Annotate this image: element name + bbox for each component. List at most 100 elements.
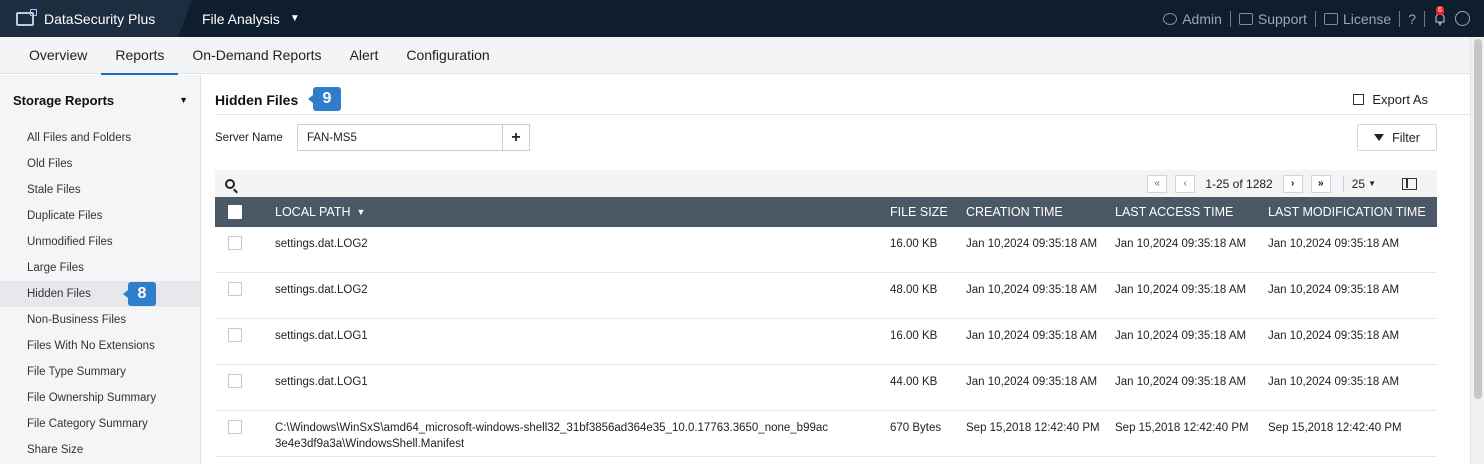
cell-last-access-time: Jan 10,2024 09:35:18 AM (1115, 284, 1247, 296)
report-table: LOCAL PATH ▼ FILE SIZE CREATION TIME LAS… (215, 197, 1437, 457)
divider (1399, 10, 1401, 27)
server-name-input[interactable] (297, 124, 503, 151)
first-page-button[interactable]: « (1147, 174, 1168, 193)
support-link[interactable]: Support (1238, 11, 1307, 27)
sidebar-item-non-business-files[interactable]: Non-Business Files (0, 307, 200, 333)
sidebar: Storage Reports ▼ All Files and Folders … (0, 75, 201, 464)
sidebar-item-all-files-and-folders[interactable]: All Files and Folders (0, 125, 200, 151)
sidebar-item-share-size[interactable]: Share Size (0, 437, 200, 463)
chevron-right-icon: › (1291, 178, 1295, 189)
top-bar: DataSecurity Plus File Analysis ▼ Admin … (0, 0, 1484, 37)
user-profile-icon[interactable] (1455, 11, 1470, 26)
sidebar-item-files-with-no-extensions[interactable]: Files With No Extensions (0, 333, 200, 359)
tab-on-demand-reports[interactable]: On-Demand Reports (178, 37, 335, 74)
cell-creation-time: Sep 15,2018 12:42:40 PM (966, 422, 1100, 434)
sidebar-item-hidden-files[interactable]: Hidden Files 8 (0, 281, 200, 307)
product-logo-icon (16, 8, 37, 26)
module-switcher[interactable]: File Analysis ▼ (202, 11, 300, 27)
cell-last-access-time: Jan 10,2024 09:35:18 AM (1115, 330, 1247, 342)
server-name-label: Server Name (215, 132, 283, 144)
pagination: « ‹ 1-25 of 1282 › » 25 ▼ (1143, 174, 1417, 193)
report-panel: Hidden Files 9 Export As Server Name + F… (202, 75, 1470, 464)
cell-local-path: settings.dat.LOG1 (275, 376, 368, 388)
row-checkbox[interactable] (228, 236, 242, 250)
admin-link[interactable]: Admin (1163, 11, 1222, 27)
column-last-access-time[interactable]: LAST ACCESS TIME (1115, 205, 1268, 219)
chevron-left-icon: ‹ (1183, 178, 1187, 189)
row-checkbox[interactable] (228, 282, 242, 296)
sidebar-item-unmodified-files[interactable]: Unmodified Files (0, 229, 200, 255)
sidebar-item-large-files[interactable]: Large Files (0, 255, 200, 281)
caret-down-icon: ▼ (1368, 179, 1376, 188)
column-local-path[interactable]: LOCAL PATH ▼ (275, 205, 890, 219)
table-row: settings.dat.LOG2 16.00 KB Jan 10,2024 0… (215, 227, 1437, 273)
cell-local-path: settings.dat.LOG1 (275, 330, 368, 342)
cell-local-path: settings.dat.LOG2 (275, 284, 368, 296)
notification-button[interactable]: 6 (1433, 5, 1447, 26)
tab-configuration[interactable]: Configuration (392, 37, 503, 74)
next-page-button[interactable]: › (1282, 174, 1303, 193)
page-range: 1-25 of 1282 (1205, 176, 1273, 191)
sidebar-section-storage-reports[interactable]: Storage Reports ▼ (0, 75, 200, 125)
row-checkbox[interactable] (228, 328, 242, 342)
export-icon (1353, 94, 1365, 105)
chat-icon (1238, 12, 1253, 25)
grid-toolbar: « ‹ 1-25 of 1282 › » 25 ▼ (215, 170, 1437, 197)
sidebar-item-old-files[interactable]: Old Files (0, 151, 200, 177)
filter-button[interactable]: Filter (1357, 124, 1437, 151)
step-badge: 9 (308, 87, 341, 111)
divider (1342, 175, 1344, 192)
cell-creation-time: Jan 10,2024 09:35:18 AM (966, 330, 1098, 342)
column-chooser-icon[interactable] (1402, 177, 1417, 190)
brand-logo[interactable]: DataSecurity Plus (0, 0, 192, 37)
sidebar-item-stale-files[interactable]: Stale Files (0, 177, 200, 203)
sidebar-item-file-type-summary[interactable]: File Type Summary (0, 359, 200, 385)
double-chevron-left-icon: « (1154, 178, 1161, 189)
cell-last-modification-time: Jan 10,2024 09:35:18 AM (1268, 376, 1400, 388)
divider (215, 114, 1470, 115)
tab-overview[interactable]: Overview (15, 37, 101, 74)
plus-icon: + (511, 128, 521, 146)
table-row: settings.dat.LOG1 16.00 KB Jan 10,2024 0… (215, 319, 1437, 365)
cell-local-path: settings.dat.LOG2 (275, 238, 368, 250)
brand-name: DataSecurity Plus (44, 10, 156, 27)
module-name: File Analysis (202, 10, 280, 27)
tab-reports[interactable]: Reports (101, 37, 179, 75)
table-row: settings.dat.LOG2 48.00 KB Jan 10,2024 0… (215, 273, 1437, 319)
cell-last-access-time: Jan 10,2024 09:35:18 AM (1115, 376, 1247, 388)
cell-file-size: 44.00 KB (890, 376, 938, 388)
export-button[interactable]: Export As (1353, 92, 1428, 107)
cell-local-path: C:\Windows\WinSxS\amd64_microsoft-window… (275, 422, 829, 450)
sidebar-item-file-category-summary[interactable]: File Category Summary (0, 411, 200, 437)
help-link[interactable]: ? (1408, 11, 1416, 27)
step-badge: 8 (123, 282, 156, 306)
table-row: settings.dat.LOG1 44.00 KB Jan 10,2024 0… (215, 365, 1437, 411)
tab-alert[interactable]: Alert (336, 37, 393, 74)
sidebar-item-duplicate-files[interactable]: Duplicate Files (0, 203, 200, 229)
cell-creation-time: Jan 10,2024 09:35:18 AM (966, 376, 1098, 388)
cell-last-modification-time: Jan 10,2024 09:35:18 AM (1268, 238, 1400, 250)
page-size-select[interactable]: 25 ▼ (1352, 177, 1376, 191)
column-creation-time[interactable]: CREATION TIME (966, 205, 1115, 219)
add-server-button[interactable]: + (503, 124, 530, 151)
previous-page-button[interactable]: ‹ (1175, 174, 1196, 193)
page-scrollbar[interactable] (1470, 37, 1484, 464)
column-file-size[interactable]: FILE SIZE (890, 205, 966, 219)
search-icon[interactable] (225, 178, 235, 189)
caret-down-icon: ▼ (289, 13, 300, 24)
divider (1314, 10, 1316, 27)
select-all-checkbox[interactable] (228, 205, 242, 219)
cell-file-size: 16.00 KB (890, 330, 938, 342)
table-header: LOCAL PATH ▼ FILE SIZE CREATION TIME LAS… (215, 197, 1437, 227)
cell-file-size: 16.00 KB (890, 238, 938, 250)
sidebar-item-file-ownership-summary[interactable]: File Ownership Summary (0, 385, 200, 411)
row-checkbox[interactable] (228, 420, 242, 434)
license-link[interactable]: License (1323, 11, 1391, 27)
main-nav: Overview Reports On-Demand Reports Alert… (0, 37, 1470, 75)
row-checkbox[interactable] (228, 374, 242, 388)
cell-creation-time: Jan 10,2024 09:35:18 AM (966, 238, 1098, 250)
cell-last-modification-time: Sep 15,2018 12:42:40 PM (1268, 422, 1402, 434)
scrollbar-thumb[interactable] (1474, 39, 1482, 399)
column-last-modification-time[interactable]: LAST MODIFICATION TIME (1268, 205, 1437, 219)
last-page-button[interactable]: » (1310, 174, 1331, 193)
